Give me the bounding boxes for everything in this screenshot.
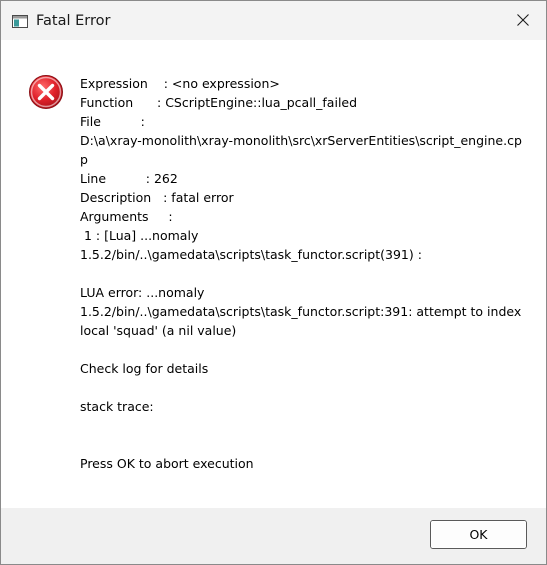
message-line bbox=[80, 378, 520, 397]
message-line: Check log for details bbox=[80, 361, 209, 376]
dialog-content: Expression : <no expression> Function : C… bbox=[1, 40, 546, 508]
error-icon bbox=[28, 74, 64, 110]
message-line: local 'squad' (a nil value) bbox=[80, 323, 237, 338]
close-icon bbox=[517, 11, 529, 30]
message-line: Expression : <no expression> bbox=[80, 76, 280, 91]
app-window-icon bbox=[12, 13, 28, 28]
message-line bbox=[80, 340, 520, 359]
message-line: Description : fatal error bbox=[80, 190, 234, 205]
message-line: Function : CScriptEngine::lua_pcall_fail… bbox=[80, 95, 358, 110]
fatal-error-dialog: Fatal Error Expression: <no expression>… bbox=[0, 0, 547, 565]
message-line: Line : 262 bbox=[80, 171, 178, 186]
message-line: 1.5.2/bin/..\gamedata\scripts\task_funct… bbox=[80, 304, 522, 319]
message-line bbox=[80, 264, 520, 283]
message-line: Press OK to abort execution bbox=[80, 456, 254, 471]
message-line: 1 : [Lua] ...nomaly bbox=[80, 228, 199, 243]
message-line: stack trace: bbox=[80, 399, 154, 414]
message-line: 1.5.2/bin/..\gamedata\scripts\task_funct… bbox=[80, 247, 422, 262]
window-title: Fatal Error bbox=[36, 13, 111, 29]
message-line: Arguments : bbox=[80, 209, 173, 224]
error-message: Expression : <no expression> Function : C… bbox=[80, 74, 522, 473]
dialog-footer: OK bbox=[1, 508, 546, 564]
ok-button[interactable]: OK bbox=[430, 520, 527, 549]
message-line bbox=[80, 435, 520, 454]
title-bar[interactable]: Fatal Error bbox=[1, 1, 546, 40]
message-line: D:\a\xray-monolith\xray-monolith\src\xrS… bbox=[80, 133, 522, 148]
message-line: LUA error: ...nomaly bbox=[80, 285, 205, 300]
message-line: File : bbox=[80, 114, 145, 129]
message-line bbox=[80, 416, 520, 435]
message-line: p bbox=[80, 152, 88, 167]
close-button[interactable] bbox=[500, 1, 546, 40]
